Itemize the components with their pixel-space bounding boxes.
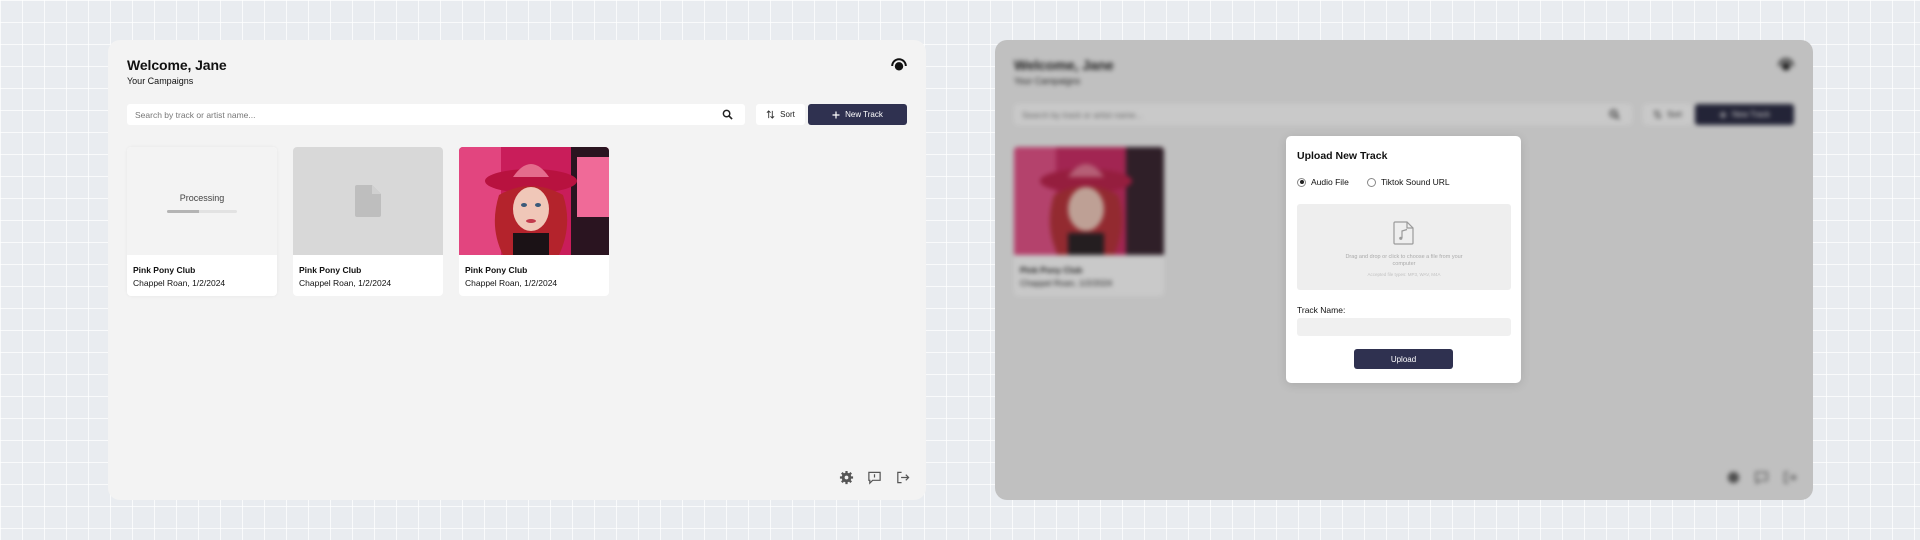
track-name-label: Track Name:	[1297, 305, 1346, 315]
upload-modal-view: Welcome, Jane Your Campaigns Search by t…	[995, 40, 1813, 500]
processing-label: Processing	[179, 193, 225, 203]
processing-progress-fill	[167, 210, 199, 213]
sort-icon	[766, 110, 775, 119]
new-track-label: New Track	[845, 110, 883, 119]
radio-tiktok-sound-url[interactable]: Tiktok Sound URL	[1367, 177, 1450, 187]
sort-button[interactable]: Sort	[756, 104, 805, 125]
track-thumbnail-placeholder	[293, 147, 443, 255]
radio-audio-file[interactable]: Audio File	[1297, 177, 1349, 187]
track-name-input[interactable]	[1297, 318, 1511, 336]
radio-unselected-indicator[interactable]	[1367, 177, 1376, 187]
brand-logo-icon[interactable]	[891, 57, 907, 73]
track-artist-date: Chappel Roan, 1/2/2024	[133, 278, 226, 288]
file-icon	[355, 185, 381, 217]
sort-label: Sort	[780, 110, 795, 119]
logout-icon[interactable]	[895, 470, 910, 485]
new-track-button[interactable]: New Track	[808, 104, 907, 125]
dropzone-accepted-types: Accepted file types: MP3, WAV, M4A	[1367, 272, 1441, 277]
track-title: Pink Pony Club	[465, 265, 528, 275]
file-dropzone[interactable]: Drag and drop or click to choose a file …	[1297, 204, 1511, 290]
processing-progress-bar	[167, 210, 237, 213]
plus-icon	[832, 111, 840, 118]
search-input[interactable]: Search by track or artist name...	[127, 104, 745, 125]
search-placeholder: Search by track or artist name...	[135, 109, 256, 120]
track-thumbnail-processing: Processing	[127, 147, 277, 255]
page-subtitle: Your Campaigns	[127, 76, 194, 86]
settings-icon[interactable]	[839, 470, 854, 485]
track-card[interactable]: Processing Pink Pony Club Chappel Roan, …	[127, 147, 277, 296]
track-artist-date: Chappel Roan, 1/2/2024	[299, 278, 392, 288]
upload-track-modal: Upload New Track Audio File Tiktok Sound…	[1286, 136, 1521, 383]
radio-selected-indicator[interactable]	[1297, 177, 1306, 187]
modal-title: Upload New Track	[1297, 150, 1388, 162]
radio-label: Audio File	[1311, 177, 1349, 187]
track-cover-art	[459, 147, 609, 255]
track-artist-date: Chappel Roan, 1/2/2024	[465, 278, 558, 288]
feedback-icon[interactable]	[867, 470, 882, 485]
page-title: Welcome, Jane	[127, 57, 227, 73]
track-title: Pink Pony Club	[299, 265, 362, 275]
track-card[interactable]: Pink Pony Club Chappel Roan, 1/2/2024	[459, 147, 609, 296]
radio-label: Tiktok Sound URL	[1381, 177, 1450, 187]
track-card[interactable]: Pink Pony Club Chappel Roan, 1/2/2024	[293, 147, 443, 296]
audio-file-icon	[1393, 221, 1414, 245]
track-title: Pink Pony Club	[133, 265, 196, 275]
upload-button[interactable]: Upload	[1354, 349, 1453, 369]
search-icon[interactable]	[722, 109, 733, 120]
dashboard-panel: Welcome, Jane Your Campaigns Search by t…	[108, 40, 926, 500]
dropzone-instructions: Drag and drop or click to choose a file …	[1345, 254, 1463, 267]
